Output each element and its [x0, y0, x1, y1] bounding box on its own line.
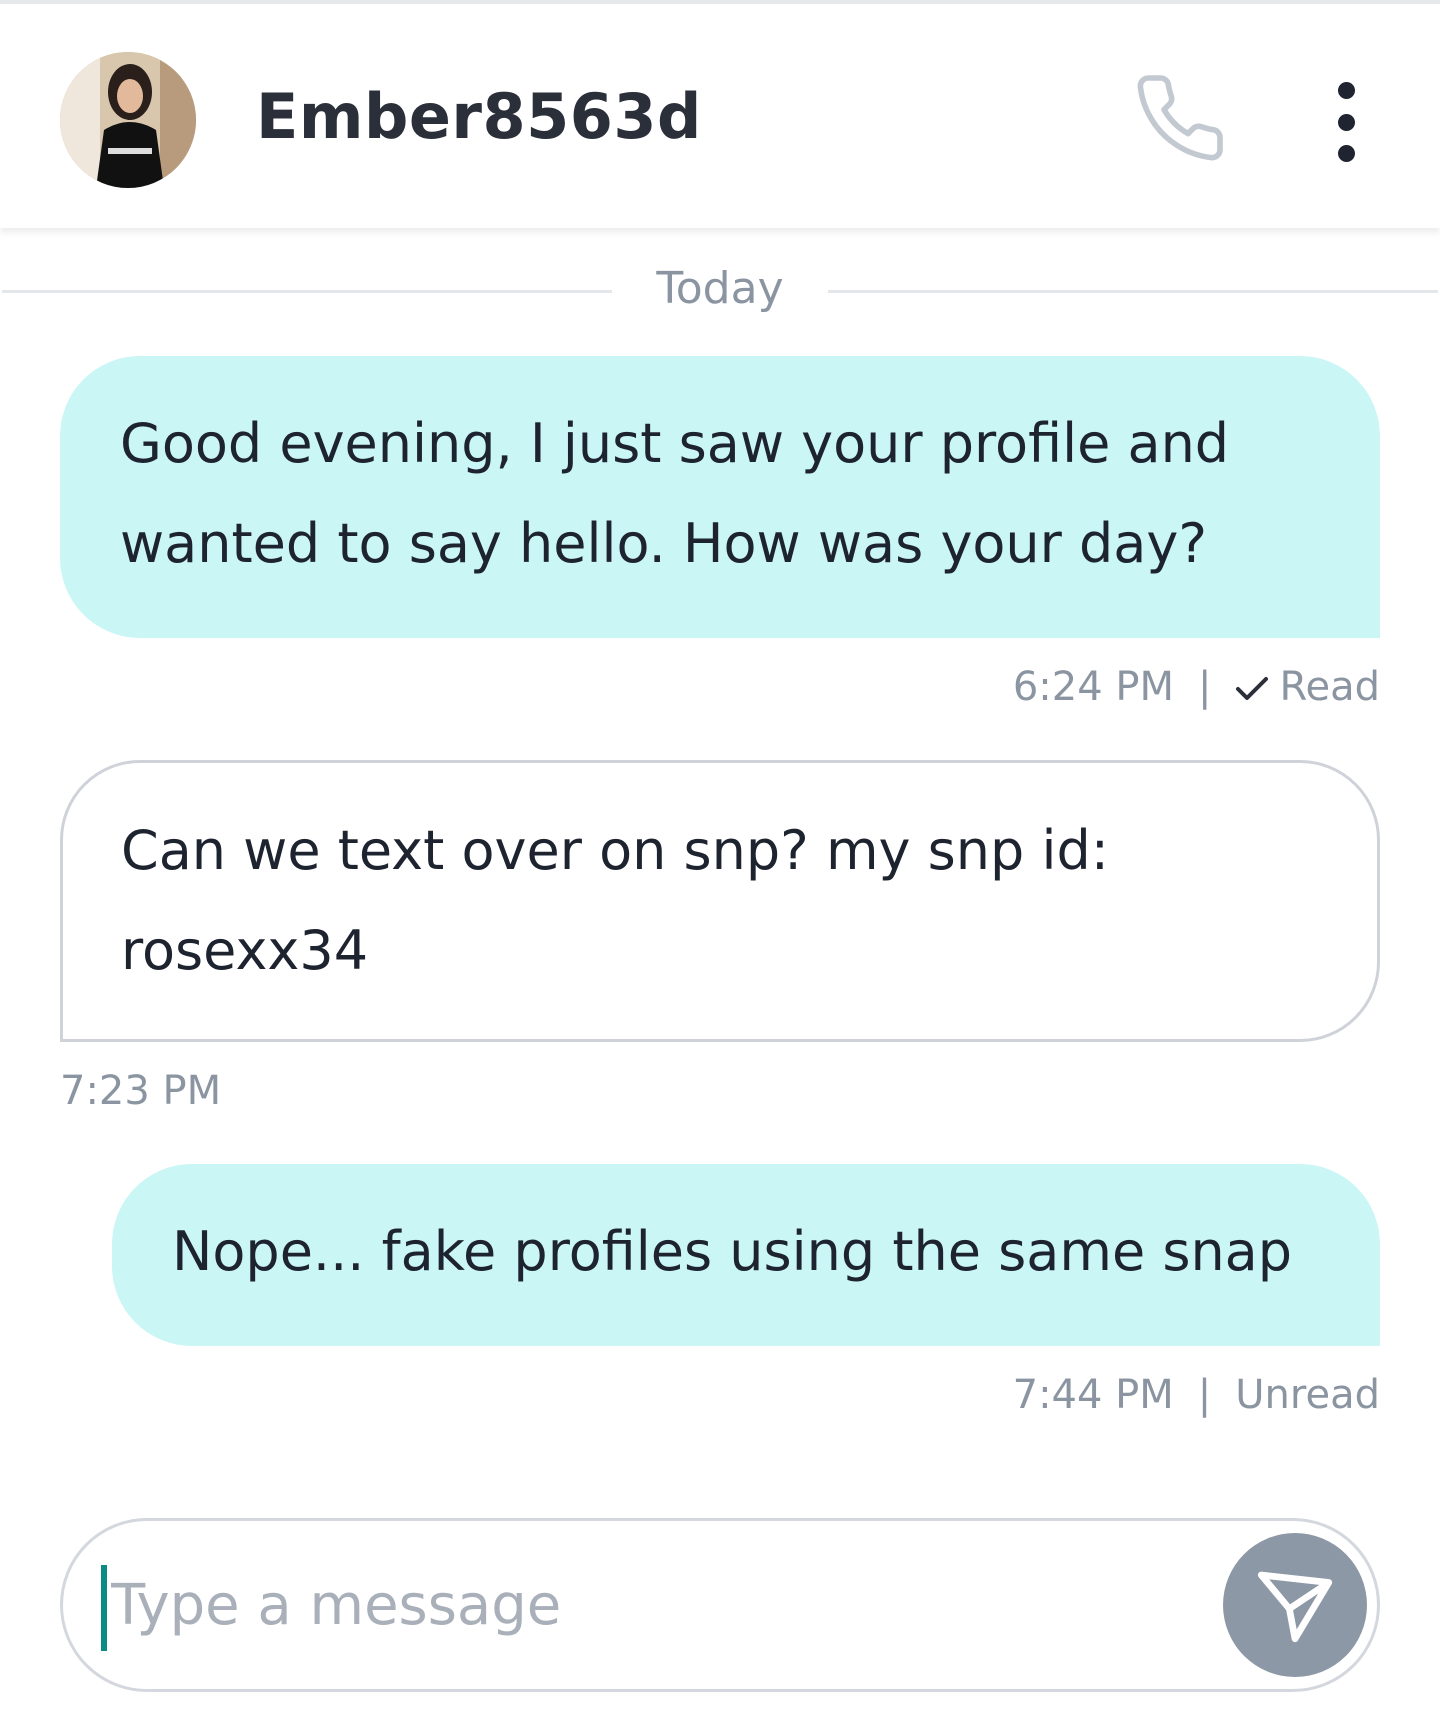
message-status: Read	[1279, 664, 1380, 710]
message-meta: 7:23 PM	[60, 1068, 221, 1114]
check-icon	[1235, 668, 1269, 714]
message-input[interactable]	[103, 1549, 1211, 1661]
menu-dot	[1337, 145, 1355, 162]
message-time: 7:44 PM	[1012, 1372, 1174, 1418]
avatar[interactable]	[60, 52, 196, 188]
message-time: 6:24 PM	[1012, 664, 1174, 710]
menu-dot	[1337, 113, 1355, 131]
message-time: 7:23 PM	[60, 1068, 222, 1114]
outgoing-message-bubble[interactable]: Good evening, I just saw your profile an…	[60, 356, 1380, 638]
chat-screen: Ember8563d Today Good evening, I just sa…	[0, 0, 1440, 1729]
user-avatar-photo	[60, 52, 196, 188]
outgoing-message-bubble[interactable]: Nope... fake profiles using the same sna…	[112, 1164, 1380, 1346]
chat-header: Ember8563d	[0, 0, 1440, 228]
more-options-button[interactable]	[1316, 82, 1376, 162]
call-button[interactable]	[1128, 66, 1232, 170]
phone-icon	[1137, 75, 1223, 161]
message-text-line: rosexx34	[121, 919, 369, 982]
date-label: Today	[656, 263, 784, 314]
meta-separator: |	[1198, 664, 1212, 710]
message-status: Unread	[1235, 1372, 1380, 1418]
more-vertical-icon	[1337, 82, 1355, 99]
contact-name[interactable]: Ember8563d	[256, 80, 702, 153]
message-text-line: Nope... fake profiles using the same sna…	[172, 1220, 1293, 1283]
divider-line	[2, 290, 612, 293]
send-icon	[1257, 1571, 1333, 1643]
send-button[interactable]	[1223, 1533, 1367, 1677]
message-text-line: Can we text over on snp? my snp id:	[121, 819, 1109, 882]
message-composer	[60, 1518, 1380, 1692]
meta-separator: |	[1197, 1372, 1212, 1418]
message-meta: 7:44 PM | Unread	[1013, 1372, 1380, 1418]
date-separator: Today	[0, 260, 1440, 320]
message-text-line: wanted to say hello. How was your day?	[120, 512, 1208, 575]
divider-line	[828, 290, 1438, 293]
incoming-message-bubble[interactable]: Can we text over on snp? my snp id: rose…	[60, 760, 1380, 1042]
message-meta: 6:24 PM | Read	[1013, 664, 1380, 714]
message-text-line: Good evening, I just saw your profile an…	[120, 412, 1230, 475]
